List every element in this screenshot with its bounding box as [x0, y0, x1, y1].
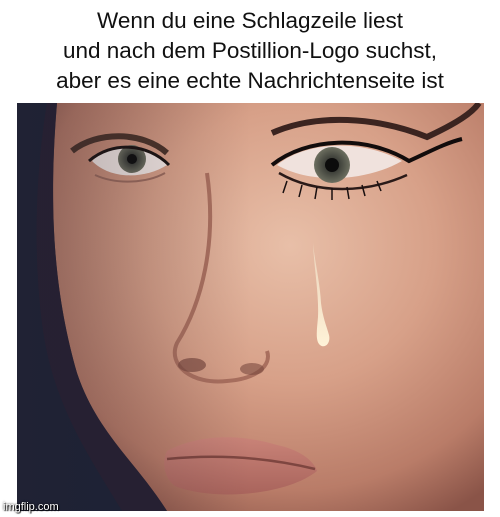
- imgflip-watermark: imgflip.com: [3, 501, 59, 513]
- crying-face-photo: [17, 103, 484, 511]
- caption-line-3: aber es eine echte Nachrichtenseite ist: [56, 68, 444, 93]
- meme-caption: Wenn du eine Schlagzeile liest und nach …: [0, 6, 500, 96]
- crying-face-illustration: [17, 103, 484, 511]
- caption-line-1: Wenn du eine Schlagzeile liest: [96, 8, 404, 33]
- caption-line-2: und nach dem Postillion-Logo suchst,: [63, 38, 437, 63]
